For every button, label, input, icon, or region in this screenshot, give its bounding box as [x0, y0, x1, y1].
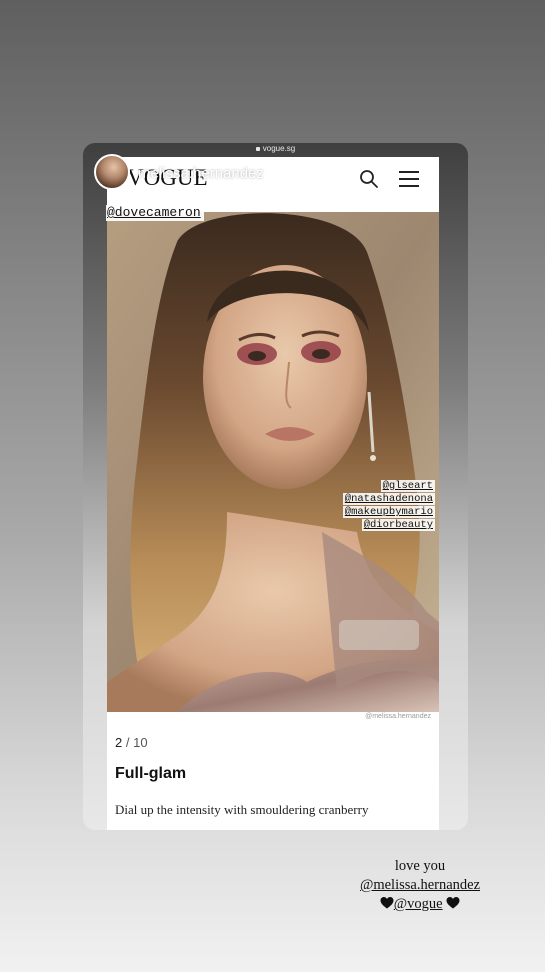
black-heart-icon: [446, 897, 460, 909]
hamburger-menu-icon[interactable]: [398, 170, 420, 188]
portrait-illustration: [107, 212, 439, 712]
slide-description: Dial up the intensity with smouldering c…: [115, 802, 369, 817]
browser-url-bar: vogue.sg: [83, 143, 468, 155]
mention-tag-credit[interactable]: @makeupbymario: [342, 506, 435, 518]
mention-tag-main[interactable]: @dovecameron: [106, 205, 204, 221]
gallery-hero-image[interactable]: [107, 212, 439, 712]
caption-mention-melissa[interactable]: @melissa.hernandez: [340, 876, 500, 895]
gallery-separator: /: [125, 735, 130, 750]
caption-line-vogue: @vogue: [340, 895, 500, 914]
story-author-avatar[interactable]: [94, 154, 130, 190]
url-text: vogue.sg: [262, 144, 296, 153]
mention-tag-credit[interactable]: @diorbeauty: [361, 519, 435, 531]
mention-tag-credit[interactable]: @natashadenona: [342, 493, 435, 505]
story-username-overlay[interactable]: melissa.hernandez: [138, 165, 264, 182]
lock-icon: [255, 146, 260, 151]
gallery-total: 10: [133, 735, 148, 750]
photo-credit: @melissa.hernandez: [365, 713, 431, 720]
gallery-current-index: 2: [115, 735, 123, 750]
caption-line-love: love you: [394, 858, 446, 874]
gallery-counter: 2 / 10: [115, 735, 148, 750]
black-heart-icon: [380, 897, 394, 909]
search-icon[interactable]: [359, 169, 379, 189]
mention-tag-credit[interactable]: @glseart: [380, 480, 435, 492]
caption-mention-vogue[interactable]: @vogue: [394, 896, 443, 912]
slide-title: Full-glam: [115, 765, 187, 782]
story-caption: love you @melissa.hernandez @vogue: [340, 857, 500, 914]
